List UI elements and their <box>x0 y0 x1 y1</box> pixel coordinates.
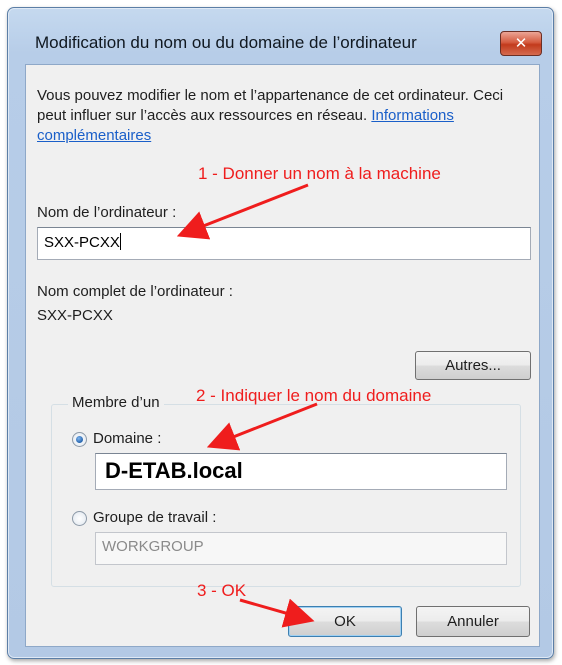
arrow-step1 <box>176 183 309 240</box>
arrow-step2 <box>206 402 318 451</box>
arrow-step3 <box>239 598 315 628</box>
annotation-arrows <box>176 183 318 628</box>
